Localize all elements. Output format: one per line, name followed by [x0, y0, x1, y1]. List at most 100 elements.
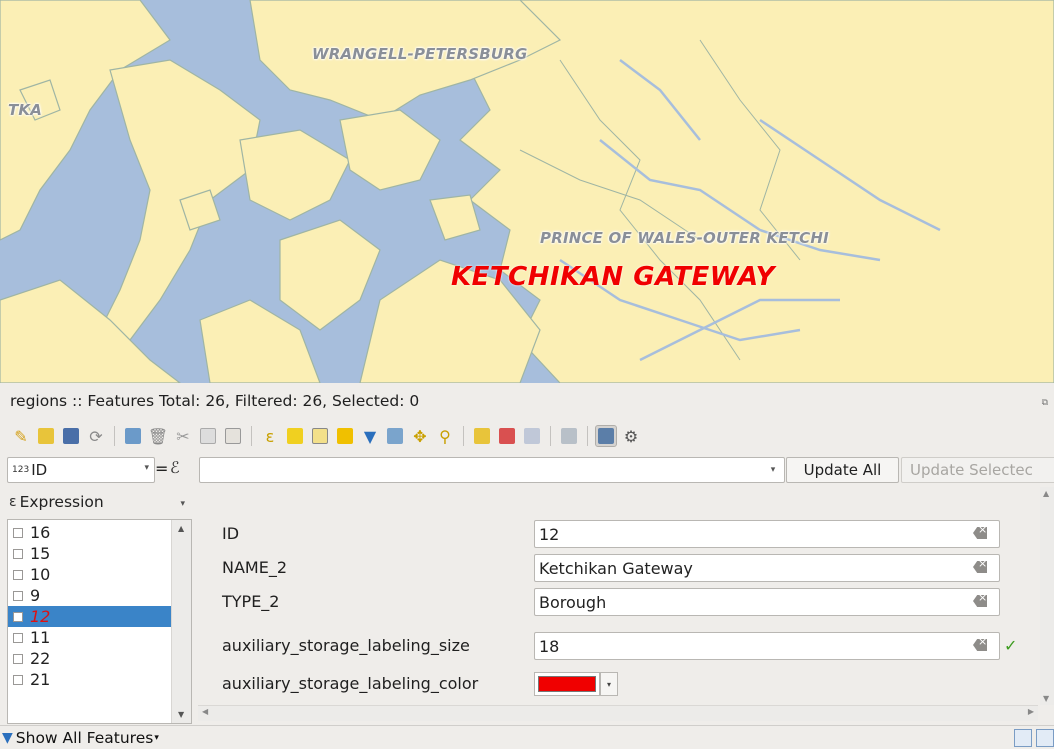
operator-label: =: [155, 459, 169, 478]
reload-icon[interactable]: ⟳: [85, 425, 107, 447]
expression-builder-icon[interactable]: ℰ: [170, 458, 180, 477]
update-all-button[interactable]: Update All: [786, 457, 899, 483]
feature-list-panel: ε Expression ▾ 16 15 10 9 12 11 22 21 ▲ …: [7, 487, 193, 724]
scroll-up-icon[interactable]: ▲: [178, 524, 184, 533]
save-edits-icon[interactable]: [60, 425, 82, 447]
list-item[interactable]: 11: [8, 627, 172, 648]
form-row-id: ID 12: [196, 520, 1054, 548]
expression-button[interactable]: ε Expression ▾: [7, 487, 193, 517]
chevron-down-icon[interactable]: ▾: [764, 457, 782, 483]
map-label-ketchikan: KETCHIKAN GATEWAY: [451, 262, 775, 292]
clear-icon[interactable]: [973, 595, 987, 607]
form-vertical-scrollbar[interactable]: ▲ ▼: [1040, 487, 1054, 705]
update-value-input[interactable]: [199, 457, 785, 483]
form-view-icon[interactable]: [1014, 729, 1032, 747]
scroll-right-icon[interactable]: ▶: [1028, 707, 1034, 716]
field-label: auxiliary_storage_labeling_size: [222, 636, 470, 655]
chevron-down-icon: ▾: [180, 499, 185, 509]
checkbox[interactable]: [13, 527, 23, 538]
field-label: NAME_2: [222, 558, 288, 577]
map-label-prince-of-wales: PRINCE OF WALES-OUTER KETCHI: [540, 229, 829, 247]
dock-table-icon[interactable]: [595, 425, 617, 447]
map-label-sitka: TKA: [8, 101, 43, 119]
field-label: auxiliary_storage_labeling_color: [222, 674, 479, 693]
toolbar-separator: [114, 426, 115, 446]
delete-field-icon[interactable]: [496, 425, 518, 447]
color-button[interactable]: [534, 672, 600, 696]
feature-form: ID 12 NAME_2 Ketchikan Gateway TYPE_2 Bo…: [196, 487, 1054, 724]
zoom-to-selection-icon[interactable]: ⚲: [434, 425, 456, 447]
checkbox[interactable]: [13, 674, 23, 685]
filter-icon[interactable]: ▼: [359, 425, 381, 447]
toggle-editing-icon[interactable]: ✎: [10, 425, 32, 447]
update-selected-button[interactable]: Update Selectec: [901, 457, 1054, 483]
checkbox[interactable]: [13, 653, 23, 664]
multi-edit-icon[interactable]: [35, 425, 57, 447]
list-item[interactable]: 10: [8, 564, 172, 585]
field-calculator-icon[interactable]: [521, 425, 543, 447]
form-row-name: NAME_2 Ketchikan Gateway: [196, 554, 1054, 582]
chevron-down-icon: ▾: [144, 463, 149, 473]
checkbox[interactable]: [13, 548, 23, 559]
cut-icon[interactable]: ✂: [172, 425, 194, 447]
show-all-features-button[interactable]: ▼ Show All Features ▾: [2, 727, 159, 749]
chevron-down-icon[interactable]: ▾: [600, 672, 618, 696]
list-item[interactable]: 9: [8, 585, 172, 606]
field-select-value: ID: [31, 461, 48, 479]
select-all-icon[interactable]: [284, 425, 306, 447]
paste-icon[interactable]: [222, 425, 244, 447]
deselect-all-icon[interactable]: [334, 425, 356, 447]
scroll-left-icon[interactable]: ◀: [202, 707, 208, 716]
form-horizontal-scrollbar[interactable]: ◀ ▶: [198, 705, 1038, 721]
bottom-bar: ▼ Show All Features ▾: [0, 725, 1054, 749]
toolbar-separator: [251, 426, 252, 446]
new-field-icon[interactable]: [471, 425, 493, 447]
field-label: TYPE_2: [222, 592, 280, 611]
move-selection-top-icon[interactable]: [384, 425, 406, 447]
conditional-formatting-icon[interactable]: [558, 425, 580, 447]
color-swatch: [538, 676, 596, 692]
invert-selection-icon[interactable]: [309, 425, 331, 447]
list-scrollbar[interactable]: ▲ ▼: [171, 520, 191, 723]
feature-list[interactable]: 16 15 10 9 12 11 22 21 ▲ ▼: [7, 519, 192, 724]
check-icon: ✓: [1004, 636, 1018, 655]
checkbox[interactable]: [13, 569, 23, 580]
id-field[interactable]: 12: [534, 520, 1000, 548]
field-filter-bar: 123 ID ▾ = ℰ ▾ Update All Update Selecte…: [7, 457, 1054, 483]
scroll-down-icon[interactable]: ▼: [178, 710, 184, 719]
scroll-up-icon[interactable]: ▲: [1043, 489, 1049, 498]
checkbox[interactable]: [13, 632, 23, 643]
view-switch: [1014, 729, 1054, 747]
list-item[interactable]: 15: [8, 543, 172, 564]
copy-icon[interactable]: [197, 425, 219, 447]
add-feature-icon[interactable]: [122, 425, 144, 447]
checkbox[interactable]: [13, 611, 23, 622]
label-size-field[interactable]: 18: [534, 632, 1000, 660]
list-item-selected[interactable]: 12: [8, 606, 172, 627]
field-label: ID: [222, 524, 240, 543]
map-canvas[interactable]: WRANGELL-PETERSBURG TKA PRINCE OF WALES-…: [0, 0, 1054, 383]
actions-icon[interactable]: ⚙: [620, 425, 642, 447]
show-all-label: Show All Features: [15, 729, 154, 747]
numeric-type-icon: 123: [12, 465, 30, 475]
table-view-icon[interactable]: [1036, 729, 1054, 747]
attribute-toolbar: ✎ ⟳ 🗑 ✂ ε ▼ ✥ ⚲ ⚙: [10, 421, 642, 451]
chevron-down-icon: ▾: [154, 733, 159, 743]
clear-icon[interactable]: [973, 527, 987, 539]
select-by-expression-icon[interactable]: ε: [259, 425, 281, 447]
form-row-label-size: auxiliary_storage_labeling_size 18 ✓: [196, 632, 1054, 660]
scroll-down-icon[interactable]: ▼: [1043, 694, 1049, 703]
clear-icon[interactable]: [973, 561, 987, 573]
list-item[interactable]: 22: [8, 648, 172, 669]
list-item[interactable]: 21: [8, 669, 172, 690]
float-dock-icon[interactable]: ⧉: [1042, 398, 1048, 408]
name-field[interactable]: Ketchikan Gateway: [534, 554, 1000, 582]
pan-to-selection-icon[interactable]: ✥: [409, 425, 431, 447]
clear-icon[interactable]: [973, 639, 987, 651]
checkbox[interactable]: [13, 590, 23, 601]
field-select[interactable]: 123 ID ▾: [7, 457, 155, 483]
delete-feature-icon[interactable]: 🗑: [147, 425, 169, 447]
toolbar-separator: [463, 426, 464, 446]
type-field[interactable]: Borough: [534, 588, 1000, 616]
list-item[interactable]: 16: [8, 522, 172, 543]
